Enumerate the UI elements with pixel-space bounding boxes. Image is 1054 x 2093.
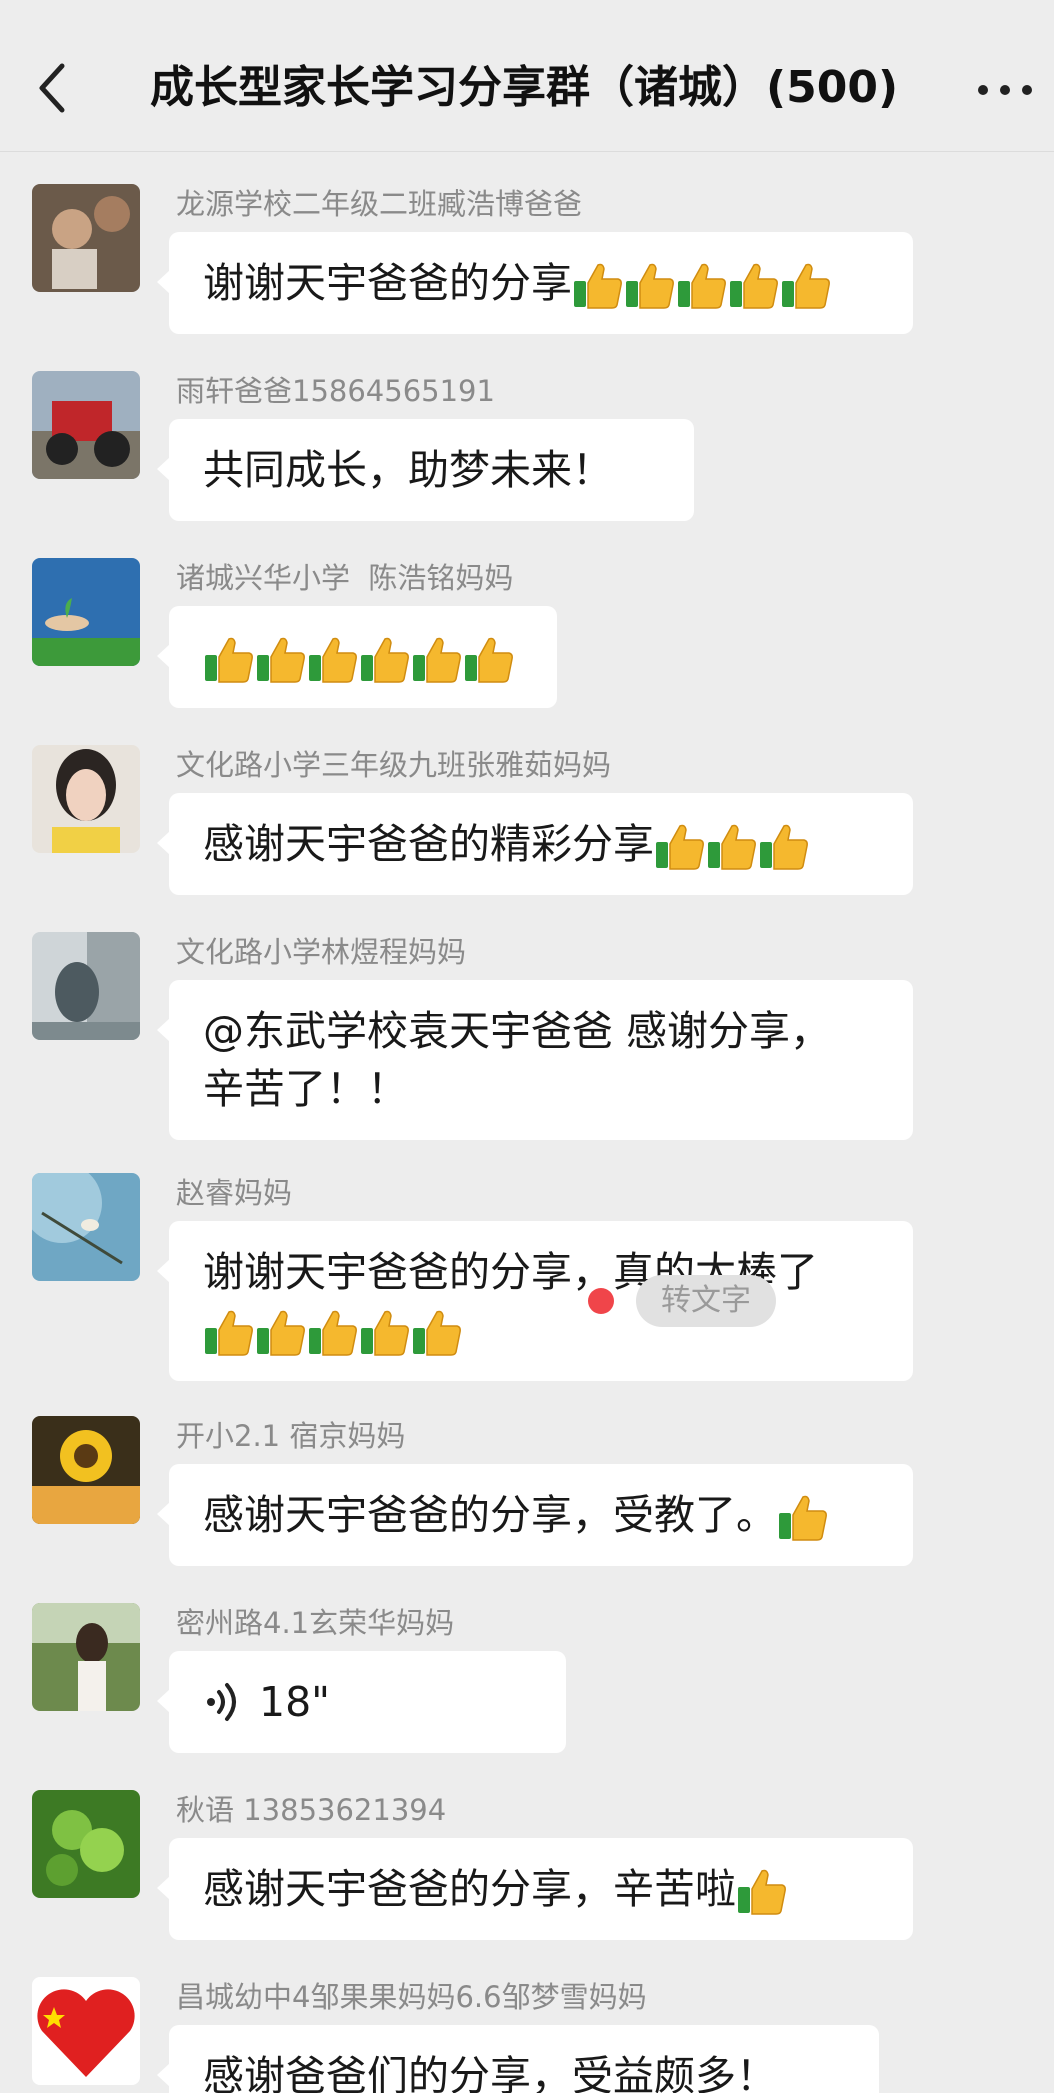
thumbs-up-emoji-row <box>777 1493 829 1543</box>
message-bubble[interactable]: 感谢天宇爸爸的分享，辛苦啦 <box>157 1838 913 1940</box>
thumbs-up-emoji <box>205 637 253 683</box>
voice-message-bubble[interactable]: 18" <box>157 1651 566 1753</box>
more-button[interactable] <box>975 70 1035 110</box>
message-bubble[interactable]: @东武学校袁天宇爸爸 感谢分享， 辛苦了！！ <box>157 980 913 1140</box>
thumbs-up-emoji-row <box>654 822 810 872</box>
avatar[interactable] <box>32 184 140 292</box>
thumbs-up-emoji <box>361 1310 409 1356</box>
thumbs-up-emoji <box>309 1310 357 1356</box>
message-text-line: 辛苦了！！ <box>203 1065 408 1113</box>
message-text: 感谢天宇爸爸的精彩分享 <box>203 820 654 868</box>
message-text: 感谢爸爸们的分享，受益颇多！ <box>203 2052 777 2093</box>
message-bubble[interactable]: 谢谢天宇爸爸的分享 <box>157 232 913 334</box>
thumbs-up-emoji <box>574 263 622 309</box>
thumbs-up-emoji <box>626 263 674 309</box>
voice-duration: 18" <box>259 1678 331 1726</box>
message-bubble[interactable]: 感谢爸爸们的分享，受益颇多！ <box>157 2025 879 2093</box>
message-text: 感谢天宇爸爸的分享，辛苦啦 <box>203 1865 736 1913</box>
thumbs-up-emoji <box>309 637 357 683</box>
message-bubble[interactable]: 感谢天宇爸爸的分享，受教了。 <box>157 1464 913 1566</box>
sender-name: 诸城兴华小学 陈浩铭妈妈 <box>176 561 514 595</box>
message-bubble[interactable] <box>157 606 557 708</box>
sender-name: 雨轩爸爸15864565191 <box>176 374 495 408</box>
thumbs-up-emoji <box>678 263 726 309</box>
avatar[interactable] <box>32 745 140 853</box>
thumbs-up-emoji-row <box>736 1867 788 1917</box>
back-button[interactable] <box>30 58 80 118</box>
sender-name: 密州路4.1玄荣华妈妈 <box>176 1606 455 1640</box>
sender-name: 文化路小学三年级九班张雅茹妈妈 <box>176 748 612 782</box>
avatar[interactable] <box>32 1173 140 1281</box>
thumbs-up-emoji <box>257 637 305 683</box>
thumbs-up-emoji <box>779 1495 827 1541</box>
sender-name: 昌城幼中4邹果果妈妈6.6邹梦雪妈妈 <box>176 1980 647 2014</box>
sender-name: 文化路小学林煜程妈妈 <box>176 935 467 969</box>
chat-header: 成长型家长学习分享群（诸城）(500) <box>0 0 1054 152</box>
message-text: 感谢天宇爸爸的分享，受教了。 <box>203 1491 777 1539</box>
message-text: 共同成长，助梦未来！ <box>203 446 613 494</box>
chevron-left-icon <box>39 63 65 113</box>
thumbs-up-emoji <box>413 637 461 683</box>
message-bubble[interactable]: 共同成长，助梦未来！ <box>157 419 694 521</box>
message-text: 谢谢天宇爸爸的分享，真的太棒了 <box>203 1248 818 1296</box>
convert-to-text-button[interactable]: 转文字 <box>636 1275 776 1327</box>
avatar-label: 杨梅 <box>38 2064 70 2083</box>
message-list[interactable]: 龙源学校二年级二班臧浩博爸爸 谢谢天宇爸爸的分享 雨轩爸爸15864565191… <box>0 152 1054 2093</box>
thumbs-up-emoji <box>730 263 778 309</box>
thumbs-up-emoji <box>656 824 704 870</box>
message-text: 谢谢天宇爸爸的分享 <box>203 259 572 307</box>
avatar[interactable] <box>32 932 140 1040</box>
sender-name: 秋语 13853621394 <box>176 1793 447 1827</box>
thumbs-up-emoji <box>782 263 830 309</box>
avatar[interactable] <box>32 1790 140 1898</box>
unread-dot <box>588 1288 614 1314</box>
thumbs-up-emoji <box>465 637 513 683</box>
thumbs-up-emoji <box>361 637 409 683</box>
chat-title: 成长型家长学习分享群（诸城）(500) <box>150 62 899 113</box>
sender-name: 龙源学校二年级二班臧浩博爸爸 <box>176 187 583 221</box>
thumbs-up-emoji <box>738 1869 786 1915</box>
avatar[interactable] <box>32 558 140 666</box>
avatar[interactable]: 杨梅 <box>32 1977 140 2085</box>
thumbs-up-emoji <box>257 1310 305 1356</box>
more-dots-icon <box>978 85 1032 95</box>
thumbs-up-emoji-row <box>203 1308 463 1358</box>
thumbs-up-emoji <box>205 1310 253 1356</box>
thumbs-up-emoji-row <box>572 261 832 311</box>
thumbs-up-emoji-row <box>203 635 515 685</box>
thumbs-up-emoji <box>413 1310 461 1356</box>
sender-name: 开小2.1 宿京妈妈 <box>176 1419 406 1453</box>
message-bubble[interactable]: 感谢天宇爸爸的精彩分享 <box>157 793 913 895</box>
message-text-line: @东武学校袁天宇爸爸 感谢分享， <box>203 1007 832 1055</box>
avatar[interactable] <box>32 371 140 479</box>
avatar[interactable] <box>32 1416 140 1524</box>
thumbs-up-emoji <box>708 824 756 870</box>
sender-name: 赵睿妈妈 <box>176 1176 293 1210</box>
thumbs-up-emoji <box>760 824 808 870</box>
message-bubble[interactable]: 谢谢天宇爸爸的分享，真的太棒了 <box>157 1221 913 1381</box>
voice-wave-icon <box>207 1683 236 1721</box>
avatar[interactable] <box>32 1603 140 1711</box>
